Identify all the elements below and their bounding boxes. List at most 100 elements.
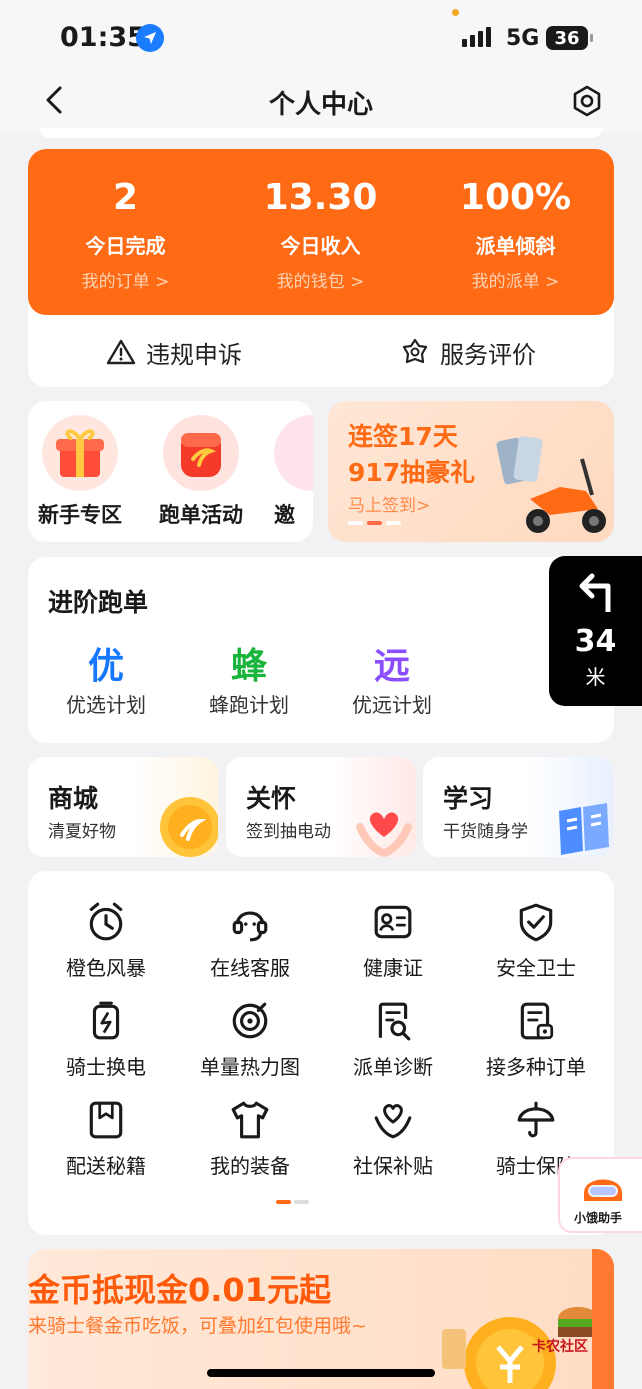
battery-tip: [590, 34, 593, 42]
heart-hands-icon: [320, 1096, 466, 1144]
home-indicator[interactable]: [207, 1369, 435, 1377]
stat-value: 100%: [459, 177, 572, 218]
shortcut-sub: 干货随身学: [443, 822, 528, 842]
stat-income[interactable]: 13.30 今日收入 我的钱包 >: [223, 149, 418, 292]
promo-pager: [348, 521, 401, 525]
grid-item[interactable]: 健康证: [320, 898, 466, 981]
plan-youxuan[interactable]: 优 优选计划: [31, 637, 181, 718]
advanced-running-card: 进阶跑单 优 优选计划 蜂 蜂跑计划 远 优远计划: [28, 557, 614, 743]
appeal-button[interactable]: 违规申诉: [106, 335, 242, 369]
stat-value: 2: [112, 177, 139, 218]
multi-order-icon: [463, 997, 609, 1045]
grid-item[interactable]: 橙色风暴: [33, 898, 179, 981]
alarm-clock-icon: [33, 898, 179, 946]
privacy-indicator-dot: [452, 9, 459, 16]
page-title: 个人中心: [268, 90, 373, 120]
activity-label: 新手专区: [38, 503, 122, 527]
youxuan-glyph-icon: 优: [87, 646, 124, 687]
stat-label: 今日完成: [85, 234, 166, 258]
status-time: 01:35: [60, 22, 146, 53]
promo-sign-link[interactable]: 马上签到>: [348, 491, 430, 516]
sign-in-promo-banner[interactable]: 连签17天 917抽豪礼 马上签到>: [328, 401, 614, 542]
stats-panel: 2 今日完成 我的订单 > 13.30 今日收入 我的钱包 > 100% 派单倾…: [28, 149, 614, 315]
tshirt-icon: [177, 1096, 323, 1144]
grid-item-label: 接多种订单: [486, 1055, 586, 1079]
rating-label: 服务评价: [440, 340, 536, 369]
invite-icon: [274, 415, 313, 491]
plan-label: 优远计划: [352, 693, 432, 717]
grid-item[interactable]: 派单诊断: [320, 997, 466, 1080]
food-coin-image-icon: [442, 1307, 598, 1389]
section-title: 进阶跑单: [48, 588, 149, 617]
assistant-label: 小饿助手: [574, 1211, 623, 1225]
heatmap-icon: [177, 997, 323, 1045]
battery-swap-icon: [33, 997, 179, 1045]
grid-item-label: 安全卫士: [496, 956, 576, 980]
grid-item-label: 配送秘籍: [66, 1154, 146, 1178]
grid-item[interactable]: 安全卫士: [463, 898, 609, 981]
diagnosis-icon: [320, 997, 466, 1045]
activity-newbie[interactable]: 新手专区: [28, 415, 135, 529]
shortcut-care[interactable]: 关怀 签到抽电动: [226, 757, 416, 857]
activity-running[interactable]: 跑单活动: [146, 415, 256, 529]
turn-left-arrow-icon: [579, 573, 610, 612]
heart-hands-image-icon: [356, 812, 412, 857]
stat-dispatch[interactable]: 100% 派单倾斜 我的派单 >: [418, 149, 613, 292]
grid-item[interactable]: 配送秘籍: [33, 1096, 179, 1179]
watermark-text: 卡农社区: [532, 1339, 588, 1355]
collapsed-card-edge: [40, 128, 602, 138]
shield-icon: [463, 898, 609, 946]
grid-item-label: 健康证: [363, 956, 423, 980]
banner-edge: [592, 1249, 614, 1389]
grid-item[interactable]: 接多种订单: [463, 997, 609, 1080]
stat-completed[interactable]: 2 今日完成 我的订单 >: [28, 149, 223, 292]
shortcut-mall[interactable]: 商城 清夏好物: [28, 757, 218, 857]
my-wallet-link[interactable]: 我的钱包 >: [223, 267, 418, 292]
my-orders-link[interactable]: 我的订单 >: [28, 267, 223, 292]
grid-item-label: 我的装备: [210, 1154, 290, 1178]
plan-youyuan[interactable]: 远 优远计划: [317, 637, 467, 718]
signal-icon: [462, 27, 491, 47]
coin-cash-banner[interactable]: 金币抵现金0.01元起 来骑士餐金币吃饭，可叠加红包使用哦~: [28, 1249, 614, 1389]
community-watermark: 卡农社区: [532, 1336, 588, 1356]
book-image-icon: [559, 803, 609, 855]
promo-line2: 917抽豪礼: [348, 458, 476, 487]
banner-sub: 来骑士餐金币吃饭，可叠加红包使用哦~: [28, 1315, 367, 1337]
grid-item-label: 派单诊断: [353, 1055, 433, 1079]
service-rating-button[interactable]: 服务评价: [400, 335, 536, 369]
shortcut-study[interactable]: 学习 干货随身学: [423, 757, 613, 857]
assistant-button[interactable]: 小饿助手: [558, 1157, 642, 1233]
grid-item[interactable]: 我的装备: [177, 1096, 323, 1179]
grid-item[interactable]: 骑士换电: [33, 997, 179, 1080]
network-type: 5G: [506, 26, 540, 51]
grid-item[interactable]: 社保补贴: [320, 1096, 466, 1179]
activity-card: 新手专区 跑单活动 邀: [28, 401, 313, 542]
location-arrow-icon: [136, 24, 164, 52]
shortcut-sub: 签到抽电动: [246, 822, 331, 842]
my-dispatch-link[interactable]: 我的派单 >: [418, 267, 613, 292]
shortcut-title: 关怀: [246, 784, 297, 813]
plan-fengpao[interactable]: 蜂 蜂跑计划: [174, 637, 324, 718]
settings-gear-icon[interactable]: [570, 84, 604, 118]
grid-pager: [276, 1200, 309, 1204]
plan-label: 优选计划: [66, 693, 146, 717]
scooter-image-icon: [490, 429, 614, 542]
youyuan-glyph-icon: 远: [373, 646, 410, 687]
coin-icon: [160, 797, 218, 857]
red-bag-icon: [163, 415, 239, 491]
appeal-label: 违规申诉: [146, 340, 242, 369]
shortcut-title: 学习: [443, 784, 494, 813]
grid-item[interactable]: 单量热力图: [177, 997, 323, 1080]
grid-item-label: 在线客服: [210, 956, 290, 980]
nav-unit: 米: [585, 665, 606, 689]
grid-item-label: 社保补贴: [353, 1154, 433, 1178]
activity-invite[interactable]: 邀: [274, 415, 313, 529]
grid-item[interactable]: 在线客服: [177, 898, 323, 981]
battery-level: 36: [554, 27, 580, 49]
promo-line1: 连签17天: [348, 422, 458, 451]
navigation-widget[interactable]: 34 米: [549, 556, 642, 706]
banner-title: 金币抵现金0.01元起: [28, 1271, 331, 1309]
stat-value: 13.30: [263, 177, 378, 218]
shortcut-title: 商城: [48, 784, 99, 813]
headset-icon: [177, 898, 323, 946]
